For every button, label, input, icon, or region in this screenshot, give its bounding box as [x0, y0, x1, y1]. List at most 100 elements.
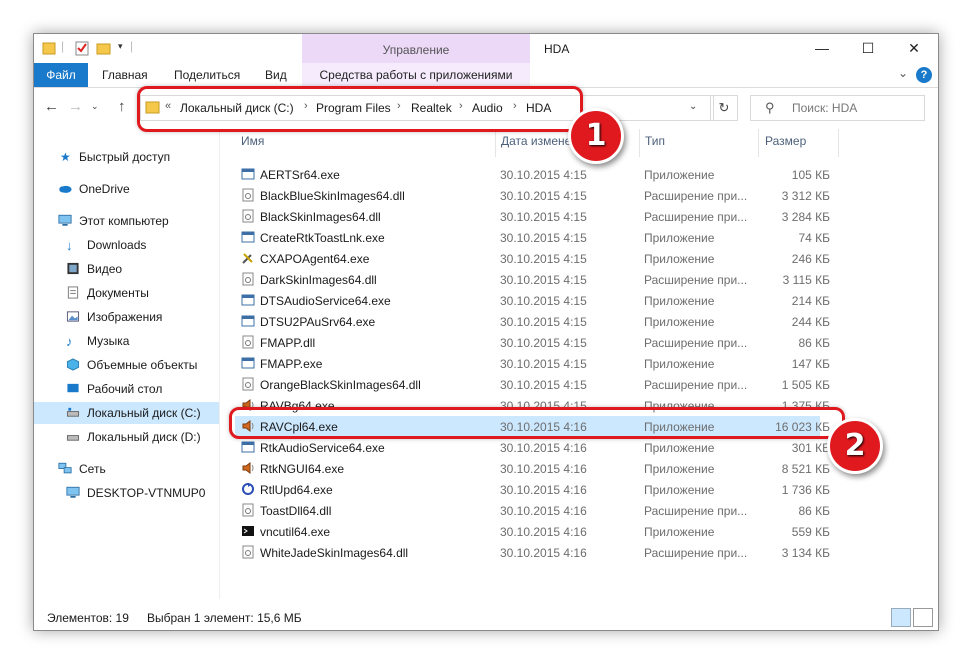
file-size: 301 КБ: [791, 441, 830, 455]
file-type: Приложение: [644, 525, 715, 539]
table-row[interactable]: RtkAudioService64.exe 30.10.2015 4:16 Прил…: [235, 437, 830, 458]
table-row[interactable]: vncutil64.exe 30.10.2015 4:16 Приложение 55…: [235, 521, 830, 542]
properties-icon[interactable]: [74, 40, 90, 56]
table-row[interactable]: BlackSkinImages64.dll 30.10.2015 4:15 Расш…: [235, 206, 830, 227]
sidebar-item-onedrive[interactable]: OneDrive: [34, 178, 219, 200]
folder-icon: [42, 42, 56, 55]
sidebar-item-label: Видео: [87, 262, 123, 276]
file-date: 30.10.2015 4:15: [500, 273, 587, 287]
recent-dropdown-icon[interactable]: ⌄: [91, 101, 99, 112]
sidebar-item-drive-c[interactable]: Локальный диск (C:): [34, 402, 219, 424]
file-date: 30.10.2015 4:16: [500, 546, 587, 560]
computer-icon: [66, 486, 80, 498]
column-divider[interactable]: [639, 129, 640, 157]
sidebar-item-downloads[interactable]: ↓ Downloads: [34, 234, 219, 256]
update-icon: [241, 482, 255, 496]
table-row[interactable]: ToastDll64.dll 30.10.2015 4:16 Расширение …: [235, 500, 830, 521]
sidebar-item-desktop-pc[interactable]: DESKTOP-VTNMUP0: [34, 482, 219, 504]
console-icon: [241, 524, 255, 538]
qa-divider: |: [61, 39, 65, 53]
music-icon: ♪: [66, 334, 73, 349]
up-arrow-icon[interactable]: ↑: [118, 98, 126, 115]
sidebar-item-label: Изображения: [87, 310, 163, 324]
table-row[interactable]: DTSAudioService64.exe 30.10.2015 4:15 Прил…: [235, 290, 830, 311]
file-type: Приложение: [644, 252, 715, 266]
sidebar-item-documents[interactable]: Документы: [34, 282, 219, 304]
large-icons-view-icon[interactable]: [913, 608, 933, 627]
column-divider[interactable]: [758, 129, 759, 157]
minimize-button[interactable]: —: [799, 34, 845, 63]
sidebar-item-this-pc[interactable]: Этот компьютер: [34, 210, 219, 232]
file-type: Расширение при...: [644, 546, 748, 560]
search-input[interactable]: ⚲ Поиск: HDA: [750, 95, 925, 121]
annotation-badge-1: 1: [568, 108, 624, 164]
computer-icon: [58, 214, 72, 226]
navigation-pane: ★ Быстрый доступ OneDrive Этот компьютер…: [34, 129, 220, 599]
table-row[interactable]: FMAPP.dll 30.10.2015 4:15 Расширение при..…: [235, 332, 830, 353]
file-name: DarkSkinImages64.dll: [260, 273, 377, 287]
column-header-size[interactable]: Размер: [765, 134, 806, 148]
details-view-icon[interactable]: [891, 608, 911, 627]
table-row[interactable]: WhiteJadeSkinImages64.dll 30.10.2015 4:16…: [235, 542, 830, 563]
tab-app-tools[interactable]: Средства работы с приложениями: [302, 63, 530, 87]
context-tab-label: Управление: [382, 43, 450, 57]
sidebar-item-3d-objects[interactable]: Объемные объекты: [34, 354, 219, 376]
ribbon-expand-icon[interactable]: ⌄: [898, 66, 908, 80]
sidebar-item-video[interactable]: Видео: [34, 258, 219, 280]
table-row[interactable]: OrangeBlackSkinImages64.dll 30.10.2015 4:…: [235, 374, 830, 395]
file-name: DTSU2PAuSrv64.exe: [260, 315, 376, 329]
new-folder-icon[interactable]: [96, 40, 112, 56]
sidebar-item-desktop[interactable]: Рабочий стол: [34, 378, 219, 400]
qa-divider: |: [130, 39, 134, 53]
table-row[interactable]: RtlUpd64.exe 30.10.2015 4:16 Приложение 1 7…: [235, 479, 830, 500]
column-header-type[interactable]: Тип: [645, 134, 665, 148]
close-button[interactable]: ✕: [891, 34, 937, 63]
search-placeholder: Поиск: HDA: [792, 101, 858, 115]
table-row[interactable]: FMAPP.exe 30.10.2015 4:15 Приложение 147 КБ: [235, 353, 830, 374]
forward-arrow-icon[interactable]: →: [68, 98, 83, 115]
table-row[interactable]: DarkSkinImages64.dll 30.10.2015 4:15 Расши…: [235, 269, 830, 290]
column-header-name[interactable]: Имя: [241, 134, 264, 148]
search-icon: ⚲: [765, 100, 775, 115]
qa-dropdown-icon[interactable]: ▾: [118, 41, 123, 52]
tab-file[interactable]: Файл: [34, 63, 88, 87]
file-type: Приложение: [644, 315, 715, 329]
desktop-icon: [67, 383, 79, 393]
file-size: 147 КБ: [791, 357, 830, 371]
table-row[interactable]: CreateRtkToastLnk.exe 30.10.2015 4:15 Прил…: [235, 227, 830, 248]
file-date: 30.10.2015 4:16: [500, 441, 587, 455]
file-size: 3 312 КБ: [781, 189, 830, 203]
sidebar-item-network[interactable]: Сеть: [34, 458, 219, 480]
maximize-button[interactable]: ☐: [845, 34, 891, 63]
sidebar-item-quick-access[interactable]: ★ Быстрый доступ: [34, 146, 219, 168]
tab-home[interactable]: Главная: [102, 63, 148, 87]
file-date: 30.10.2015 4:15: [500, 294, 587, 308]
sidebar-item-label: Рабочий стол: [87, 382, 163, 396]
file-type: Приложение: [644, 294, 715, 308]
sidebar-item-music[interactable]: ♪ Музыка: [34, 330, 219, 352]
refresh-icon[interactable]: ↻: [710, 95, 738, 121]
file-name: CXAPOAgent64.exe: [260, 252, 370, 266]
tab-share[interactable]: Поделиться: [174, 63, 240, 87]
sidebar-item-images[interactable]: Изображения: [34, 306, 219, 328]
table-row[interactable]: RtkNGUI64.exe 30.10.2015 4:16 Приложение 8 …: [235, 458, 830, 479]
table-row[interactable]: CXAPOAgent64.exe 30.10.2015 4:15 Приложени…: [235, 248, 830, 269]
sidebar-item-drive-d[interactable]: Локальный диск (D:): [34, 426, 219, 448]
sidebar-item-label: Документы: [87, 286, 149, 300]
column-divider[interactable]: [838, 129, 839, 157]
table-row[interactable]: BlackBlueSkinImages64.dll 30.10.2015 4:15…: [235, 185, 830, 206]
file-type: Приложение: [644, 168, 715, 182]
file-date: 30.10.2015 4:16: [500, 504, 587, 518]
sidebar-item-label: Этот компьютер: [79, 214, 169, 228]
table-row[interactable]: AERTSr64.exe 30.10.2015 4:15 Приложение 105…: [235, 164, 830, 185]
back-arrow-icon[interactable]: ←: [44, 98, 59, 115]
tab-view[interactable]: Вид: [265, 63, 287, 87]
file-type: Расширение при...: [644, 504, 748, 518]
item-count: Элементов: 19: [47, 611, 129, 625]
column-header-date[interactable]: Дата изменен: [501, 134, 578, 148]
column-divider[interactable]: [495, 129, 496, 157]
table-row[interactable]: DTSU2PAuSrv64.exe 30.10.2015 4:15 Приложен…: [235, 311, 830, 332]
address-dropdown-icon[interactable]: ⌄: [689, 101, 697, 112]
help-icon[interactable]: ?: [916, 67, 932, 83]
cloud-icon: [59, 185, 72, 193]
